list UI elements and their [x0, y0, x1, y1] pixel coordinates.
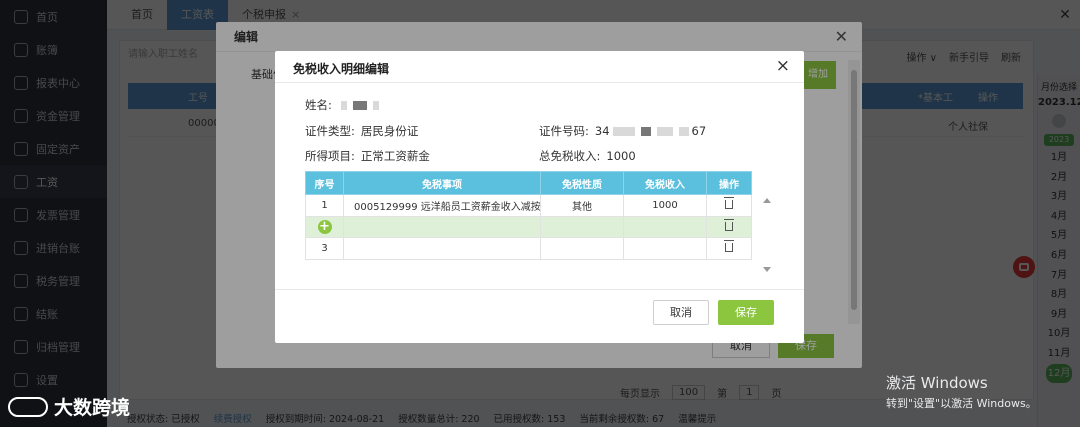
dialog-footer: 取消 保存 — [275, 289, 804, 343]
scroll-up-icon[interactable] — [763, 198, 771, 203]
dialog-header: 免税收入明细编辑 × — [275, 51, 804, 83]
col-action: 操作 — [706, 171, 752, 195]
redacted-mark — [678, 127, 689, 136]
total-exempt-field: 总免税收入: 1000 — [539, 148, 636, 164]
total-exempt-value: 1000 — [606, 149, 636, 163]
redacted-mark — [612, 127, 635, 136]
id-number-field: 证件号码: 34 67 — [539, 123, 706, 139]
watermark-line: 转到"设置"以激活 Windows。 — [886, 397, 1037, 410]
name-field: 姓名: — [305, 97, 382, 113]
delete-icon[interactable] — [724, 197, 734, 210]
id-number-label: 证件号码: — [539, 124, 589, 138]
exempt-detail-table: 序号 免税事项 免税性质 免税收入 操作 1 0005129999 远洋船员工资… — [305, 171, 752, 260]
cell-income[interactable] — [623, 237, 707, 260]
scroll-down-icon[interactable] — [763, 267, 771, 272]
table-row-selected: + — [305, 215, 752, 238]
id-type-value: 居民身份证 — [360, 124, 419, 138]
brand-name: 大数跨境 — [54, 397, 131, 419]
id-type-field: 证件类型: 居民身份证 — [305, 123, 418, 139]
cell-seq: 3 — [305, 237, 344, 260]
name-label: 姓名: — [305, 98, 332, 112]
col-income: 免税收入 — [623, 171, 707, 195]
delete-icon[interactable] — [724, 240, 734, 253]
col-matter: 免税事项 — [343, 171, 541, 195]
redacted-mark — [352, 101, 367, 110]
windows-activation-watermark: 激活 Windows 转到"设置"以激活 Windows。 — [886, 372, 1037, 411]
cell-action — [706, 215, 752, 238]
cancel-button[interactable]: 取消 — [653, 300, 709, 325]
table-scrollbar[interactable] — [761, 194, 773, 276]
cell-nature[interactable] — [540, 237, 624, 260]
tax-exempt-dialog: 免税收入明细编辑 × 姓名: 证件类型: 居民身份证 证件号码: 34 67 所得项目… — [275, 51, 804, 343]
table-header-row: 序号 免税事项 免税性质 免税收入 操作 — [305, 171, 752, 195]
cell-nature[interactable] — [540, 215, 624, 238]
income-item-label: 所得项目: — [305, 149, 355, 163]
cell-seq: 1 — [305, 194, 344, 217]
close-icon[interactable]: × — [776, 56, 790, 76]
income-item-value: 正常工资薪金 — [360, 149, 430, 163]
add-row-icon[interactable]: + — [317, 219, 332, 234]
cell-nature[interactable]: 其他 — [540, 194, 624, 217]
id-type-label: 证件类型: — [305, 124, 355, 138]
redacted-mark — [656, 127, 673, 136]
cell-income[interactable]: 1000 — [623, 194, 707, 217]
delete-icon[interactable] — [724, 218, 734, 231]
income-item-field: 所得项目: 正常工资薪金 — [305, 148, 430, 164]
id-number-prefix: 34 — [594, 124, 610, 138]
cell-seq: + — [305, 215, 344, 238]
total-exempt-label: 总免税收入: — [539, 149, 601, 163]
redacted-mark — [372, 101, 379, 110]
save-button[interactable]: 保存 — [718, 300, 774, 325]
cell-matter[interactable] — [343, 215, 541, 238]
col-nature: 免税性质 — [540, 171, 624, 195]
redacted-mark — [640, 127, 651, 136]
cell-matter[interactable]: 0005129999 远洋船员工资薪金收入减按50%计入应纳税所得额 — [343, 194, 541, 217]
cell-income[interactable] — [623, 215, 707, 238]
cell-action — [706, 194, 752, 217]
cell-action — [706, 237, 752, 260]
table-row: 1 0005129999 远洋船员工资薪金收入减按50%计入应纳税所得额 其他 … — [305, 194, 752, 217]
id-number-suffix: 67 — [691, 124, 707, 138]
redacted-mark — [340, 101, 347, 110]
col-seq: 序号 — [305, 171, 344, 195]
watermark-line: 激活 Windows — [886, 374, 988, 392]
dialog-title: 免税收入明细编辑 — [293, 62, 390, 76]
brand-watermark: 大数跨境 — [8, 393, 130, 420]
cell-matter[interactable] — [343, 237, 541, 260]
table-row: 3 — [305, 237, 752, 260]
brand-logo-icon — [8, 396, 48, 417]
